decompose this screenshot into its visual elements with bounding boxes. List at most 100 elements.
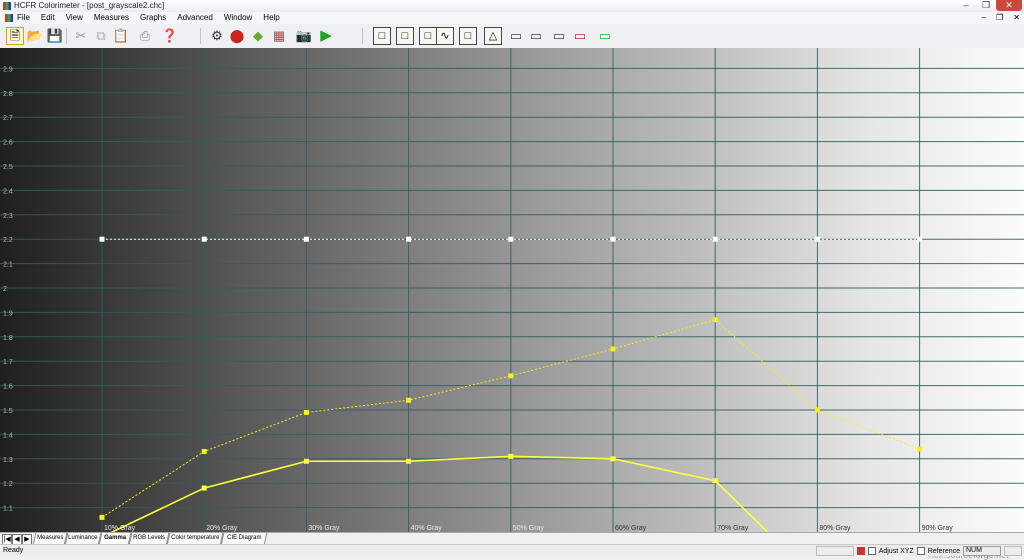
gamma-graph: 1.1 1.2 1.3 1.4 1.5 1.6 1.7 1.8 1.9 2 2.1 2.2 2.3 2.4… xyxy=(0,48,1024,560)
data-point xyxy=(201,448,207,454)
x-tick-label: 70% Gray xyxy=(717,525,749,532)
y-tick-label: 2 xyxy=(3,286,7,293)
paste-icon[interactable]: 📋 xyxy=(112,27,130,45)
y-tick-label: 1.4 xyxy=(3,432,13,439)
data-point xyxy=(303,409,309,415)
color-patches-icon[interactable]: ▦ xyxy=(270,27,288,45)
data-point xyxy=(406,397,412,403)
child-window-controls: – ❐ ✕ xyxy=(982,12,1020,24)
menu-view[interactable]: View xyxy=(66,12,83,24)
y-tick-label: 2.5 xyxy=(3,164,13,171)
y-tick-label: 2.2 xyxy=(3,237,13,244)
data-point xyxy=(610,346,616,352)
menu-advanced[interactable]: Advanced xyxy=(177,12,213,24)
reference-label: Reference xyxy=(927,547,960,555)
graph-view-icon[interactable]: □ xyxy=(419,27,437,45)
graph-view-icon[interactable]: □ xyxy=(396,27,414,45)
status-text: Ready xyxy=(3,547,24,554)
child-restore-icon[interactable]: ❐ xyxy=(996,12,1003,24)
sensor-icon[interactable]: ⚙ xyxy=(208,27,226,45)
menu-help[interactable]: Help xyxy=(263,12,279,24)
x-tick-label: 60% Gray xyxy=(615,525,647,532)
data-point xyxy=(201,236,207,242)
data-point xyxy=(712,317,718,323)
monitor-graph-icon[interactable]: ▭ xyxy=(596,27,614,45)
y-tick-label: 1.9 xyxy=(3,310,13,317)
x-tick-label: 80% Gray xyxy=(819,525,851,532)
y-tick-label: 1.7 xyxy=(3,359,13,366)
open-folder-icon[interactable]: 📂 xyxy=(26,27,44,45)
adjust-xyz-label: Adjust XYZ xyxy=(878,547,914,555)
menu-measures[interactable]: Measures xyxy=(94,12,129,24)
monitor-graph-icon[interactable]: ▭ xyxy=(571,27,589,45)
data-point xyxy=(610,456,616,462)
data-point xyxy=(610,236,616,242)
data-point xyxy=(99,236,105,242)
x-tick-label: 20% Gray xyxy=(206,525,238,532)
data-point xyxy=(712,478,718,484)
rgb-measure-icon[interactable]: ⬤ xyxy=(228,27,246,45)
data-point xyxy=(303,458,309,464)
data-point xyxy=(917,446,923,452)
window-title: HCFR Colorimeter - [post_grayscale2.chc] xyxy=(14,1,165,10)
graph-view-icon[interactable]: □ xyxy=(373,27,391,45)
y-tick-label: 1.3 xyxy=(3,457,13,464)
monitor-graph-icon[interactable]: ▭ xyxy=(550,27,568,45)
menu-file[interactable]: File xyxy=(17,12,30,24)
monitor-icon[interactable]: ▭ xyxy=(527,27,545,45)
y-tick-label: 1.5 xyxy=(3,408,13,415)
data-point xyxy=(814,407,820,413)
monitor-icon[interactable]: ▭ xyxy=(507,27,525,45)
adjust-xyz-checkbox[interactable] xyxy=(867,547,876,555)
y-tick-label: 1.8 xyxy=(3,335,13,342)
cie-diagram-icon[interactable]: △ xyxy=(484,27,502,45)
close-icon[interactable]: ✕ xyxy=(996,0,1022,11)
help-icon[interactable]: ❓ xyxy=(161,27,179,45)
x-tick-label: 40% Gray xyxy=(411,525,443,532)
play-icon[interactable]: ▶ xyxy=(317,27,335,45)
menu-bar: File Edit View Measures Graphs Advanced … xyxy=(0,12,1024,24)
data-point xyxy=(712,236,718,242)
y-tick-label: 2.1 xyxy=(3,262,13,269)
gamma-chart-svg: 1.1 1.2 1.3 1.4 1.5 1.6 1.7 1.8 1.9 2 2.1 2.2 2.3 2.4… xyxy=(0,48,1024,532)
measure-status-icon xyxy=(856,547,865,555)
data-point xyxy=(508,453,514,459)
app-icon xyxy=(3,2,11,10)
menu-graphs[interactable]: Graphs xyxy=(140,12,166,24)
data-point xyxy=(201,485,207,491)
reference-checkbox[interactable] xyxy=(916,547,925,555)
primaries-icon[interactable]: ◆ xyxy=(249,27,267,45)
menu-edit[interactable]: Edit xyxy=(41,12,55,24)
minimize-icon[interactable]: – xyxy=(956,0,976,11)
copy-icon[interactable]: ⧉ xyxy=(92,27,110,45)
data-point xyxy=(303,236,309,242)
toolbar-separator xyxy=(362,28,363,44)
rgb-graph-icon[interactable]: ∿ xyxy=(436,27,454,45)
y-tick-label: 2.6 xyxy=(3,140,13,147)
new-file-icon[interactable]: 🗎 xyxy=(6,27,24,45)
status-bar: Ready Adjust XYZ Reference NUM xyxy=(0,544,1024,556)
window-controls: – ❐ ✕ xyxy=(956,0,1022,12)
data-point xyxy=(917,236,923,242)
menu-window[interactable]: Window xyxy=(224,12,252,24)
print-icon[interactable]: ⎙ xyxy=(136,27,154,45)
x-tick-label: 30% Gray xyxy=(308,525,340,532)
document-icon[interactable] xyxy=(5,14,13,22)
x-tick-label: 90% Gray xyxy=(922,525,954,532)
child-minimize-icon[interactable]: – xyxy=(982,12,986,24)
camera-icon[interactable]: 📷 xyxy=(295,27,313,45)
toolbar-separator xyxy=(200,28,201,44)
cut-icon[interactable]: ✂ xyxy=(72,27,90,45)
data-point xyxy=(99,514,105,520)
data-point xyxy=(406,236,412,242)
y-tick-label: 2.9 xyxy=(3,66,13,73)
save-icon[interactable]: 💾 xyxy=(46,27,64,45)
data-point xyxy=(814,236,820,242)
toolbar-separator xyxy=(66,28,67,44)
graph-view-icon[interactable]: □ xyxy=(459,27,477,45)
toolbar: 🗎 📂 💾 ✂ ⧉ 📋 ⎙ ❓ ⚙ ⬤ ◆ ▦ 📷 ▶ □ □ □ ∿ □ △ … xyxy=(0,24,1024,49)
child-close-icon[interactable]: ✕ xyxy=(1013,12,1020,24)
y-tick-label: 1.1 xyxy=(3,506,13,513)
restore-icon[interactable]: ❐ xyxy=(976,0,996,11)
y-tick-label: 1.2 xyxy=(3,481,13,488)
